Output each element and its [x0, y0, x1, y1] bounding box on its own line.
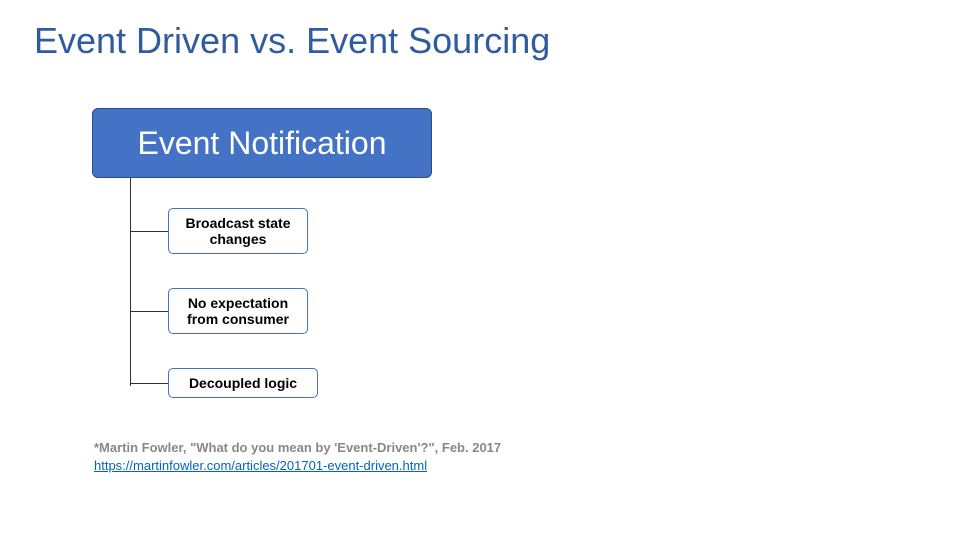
slide-title: Event Driven vs. Event Sourcing	[34, 20, 550, 62]
citation-text: *Martin Fowler, "What do you mean by 'Ev…	[94, 440, 501, 455]
tree-horizontal-line	[130, 231, 168, 232]
tree-branch: No expectation from consumer	[130, 288, 308, 334]
diagram-node-text: Decoupled logic	[189, 375, 297, 391]
source-link[interactable]: https://martinfowler.com/articles/201701…	[94, 458, 427, 473]
diagram-header-box: Event Notification	[92, 108, 432, 178]
diagram-node: No expectation from consumer	[168, 288, 308, 334]
diagram-node: Decoupled logic	[168, 368, 318, 398]
diagram-header-text: Event Notification	[137, 125, 386, 162]
tree-branch: Broadcast state changes	[130, 208, 308, 254]
diagram-node-text: No expectation from consumer	[187, 295, 289, 327]
tree-horizontal-line	[130, 311, 168, 312]
diagram-node: Broadcast state changes	[168, 208, 308, 254]
tree-branch: Decoupled logic	[130, 368, 318, 398]
tree-horizontal-line	[130, 383, 168, 384]
diagram-node-text: Broadcast state changes	[185, 215, 290, 247]
